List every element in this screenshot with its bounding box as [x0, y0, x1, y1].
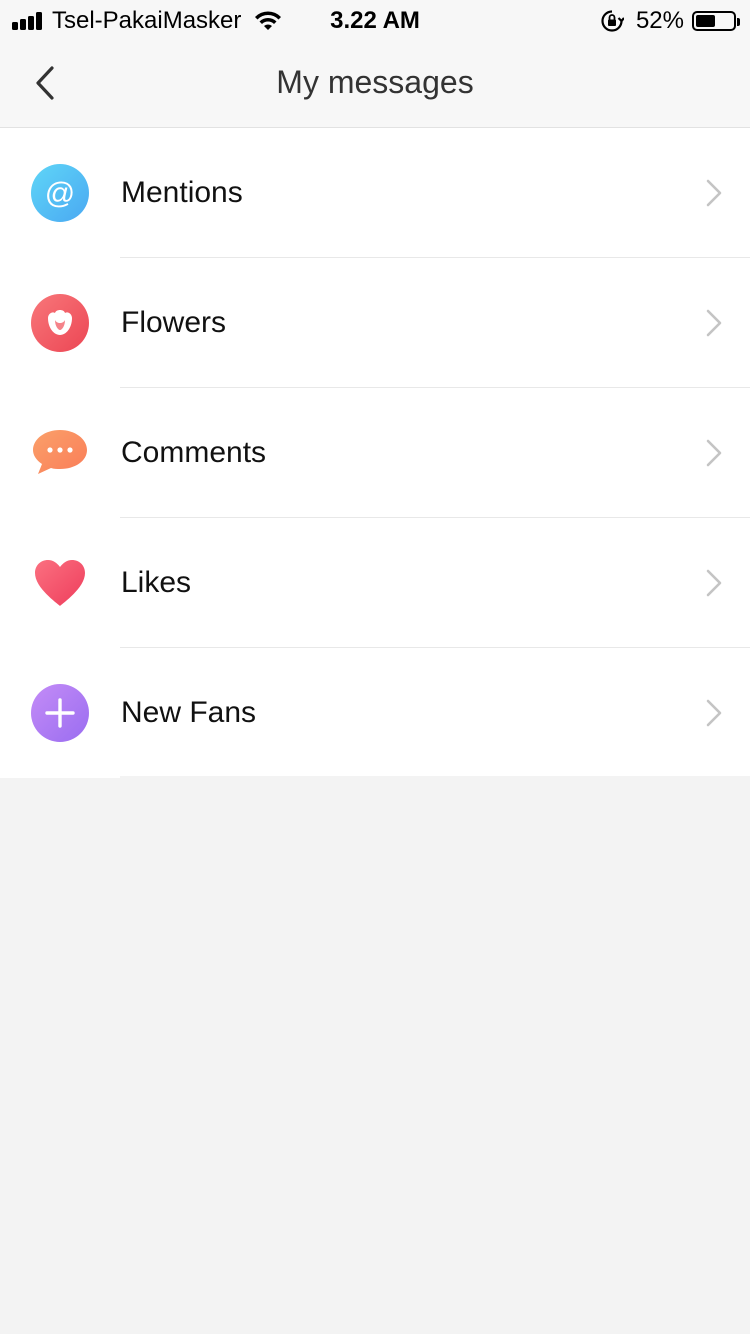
list-item-label: Mentions [121, 176, 243, 209]
page-title: My messages [276, 64, 474, 100]
rotation-lock-icon [601, 10, 624, 32]
status-right: 52% [600, 7, 740, 35]
list-item-mentions[interactable]: @ Mentions [0, 128, 750, 258]
chevron-right-icon [706, 439, 722, 467]
navigation-bar: My messages [0, 40, 750, 128]
status-bar: Tsel-PakaiMasker 3.22 AM 52% [0, 0, 750, 40]
list-item-flowers[interactable]: Flowers [0, 258, 750, 388]
chevron-right-icon [706, 309, 722, 337]
speech-bubble-icon [33, 430, 87, 474]
list-item-label: Likes [121, 566, 192, 599]
svg-text:@: @ [45, 177, 75, 210]
plus-icon [31, 684, 89, 742]
battery-fill [696, 15, 715, 27]
list-item-new-fans[interactable]: New Fans [0, 648, 750, 778]
chevron-right-icon [706, 179, 722, 207]
heart-icon [35, 560, 85, 606]
list-item-label: Flowers [121, 306, 227, 339]
battery-percent: 52% [635, 7, 684, 34]
list-item-label: New Fans [121, 696, 257, 729]
rose-icon [31, 294, 89, 352]
list-item-comments[interactable]: Comments [0, 388, 750, 518]
divider [120, 776, 750, 778]
at-sign-icon: @ [31, 164, 89, 222]
chevron-right-icon [706, 569, 722, 597]
list-item-label: Comments [121, 436, 267, 469]
chevron-right-icon [706, 699, 722, 727]
battery-icon [692, 11, 740, 31]
message-category-list: @ Mentions Flowers Comments Likes New Fa… [0, 128, 750, 778]
list-item-likes[interactable]: Likes [0, 518, 750, 648]
